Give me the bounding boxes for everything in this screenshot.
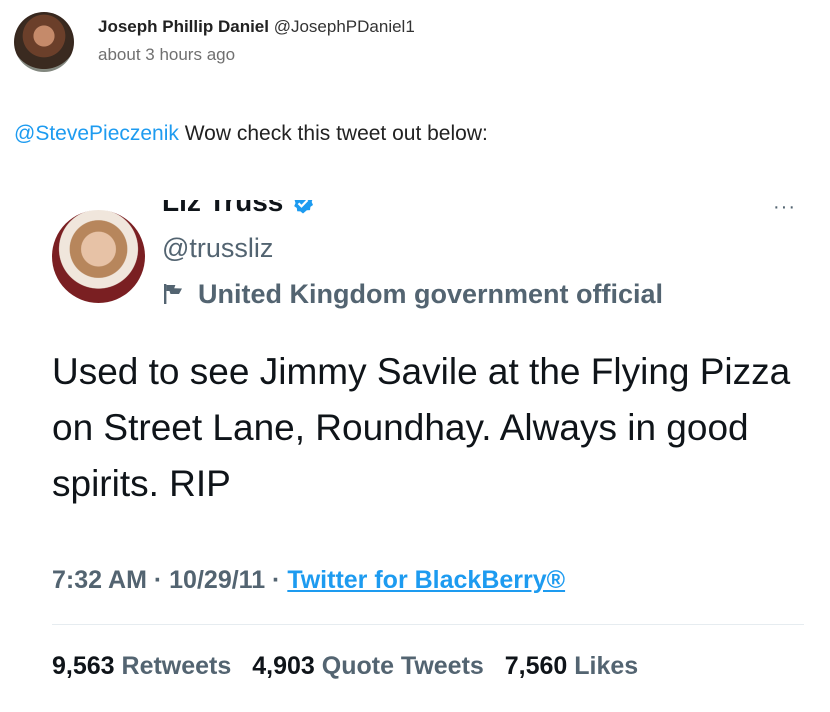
author-handle[interactable]: @JosephPDaniel1 [274, 17, 415, 36]
post-timestamp: about 3 hours ago [98, 45, 236, 64]
tweet-author-name[interactable]: Liz Truss [162, 200, 283, 218]
likes-label[interactable]: Likes [574, 652, 638, 680]
author-name[interactable]: Joseph Phillip Daniel [98, 17, 269, 36]
mention-link[interactable]: @StevePieczenik [14, 122, 179, 145]
post-body: Wow check this tweet out below: [178, 122, 488, 145]
tweet-avatar[interactable] [52, 210, 145, 303]
verified-badge-icon [294, 200, 314, 214]
tweet-time[interactable]: 7:32 AM [52, 566, 147, 594]
tweet-divider [52, 624, 804, 625]
meta-separator: · [146, 566, 170, 594]
meta-separator-2: · [265, 566, 288, 594]
retweets-label[interactable]: Retweets [122, 652, 232, 680]
retweets-count[interactable]: 9,563 [52, 652, 115, 680]
tweet-affiliation: United Kingdom government official [162, 276, 663, 312]
affiliation-label: United Kingdom government official [198, 279, 664, 309]
author-line: Joseph Phillip Daniel @JosephPDaniel1 [98, 16, 415, 38]
tweet-name-clip: Liz Truss [162, 200, 315, 218]
post-header: Joseph Phillip Daniel @JosephPDaniel1 ab… [14, 12, 415, 72]
more-options-icon[interactable]: ··· [773, 197, 796, 217]
post-text: @StevePieczenik Wow check this tweet out… [14, 120, 488, 148]
tweet-stats: 9,563 Retweets 4,903 Quote Tweets 7,560 … [52, 646, 652, 686]
author-block: Joseph Phillip Daniel @JosephPDaniel1 ab… [98, 16, 415, 72]
tweet-date[interactable]: 10/29/11 [169, 566, 265, 594]
author-avatar[interactable] [14, 12, 74, 72]
tweet-source-link[interactable]: Twitter for BlackBerry® [287, 566, 565, 594]
tweet-body: Used to see Jimmy Savile at the Flying P… [52, 351, 791, 504]
tweet-handle[interactable]: @trussliz [162, 230, 273, 266]
quotes-count[interactable]: 4,903 [252, 652, 315, 680]
flag-icon [164, 284, 182, 304]
embedded-tweet: Liz Truss ··· @trussliz United Kingdom g… [52, 197, 804, 700]
tweet-meta: 7:32 AM · 10/29/11 · Twitter for BlackBe… [52, 560, 565, 600]
quotes-label[interactable]: Quote Tweets [322, 652, 484, 680]
likes-count[interactable]: 7,560 [505, 652, 568, 680]
tweet-name-row: Liz Truss [162, 200, 315, 218]
